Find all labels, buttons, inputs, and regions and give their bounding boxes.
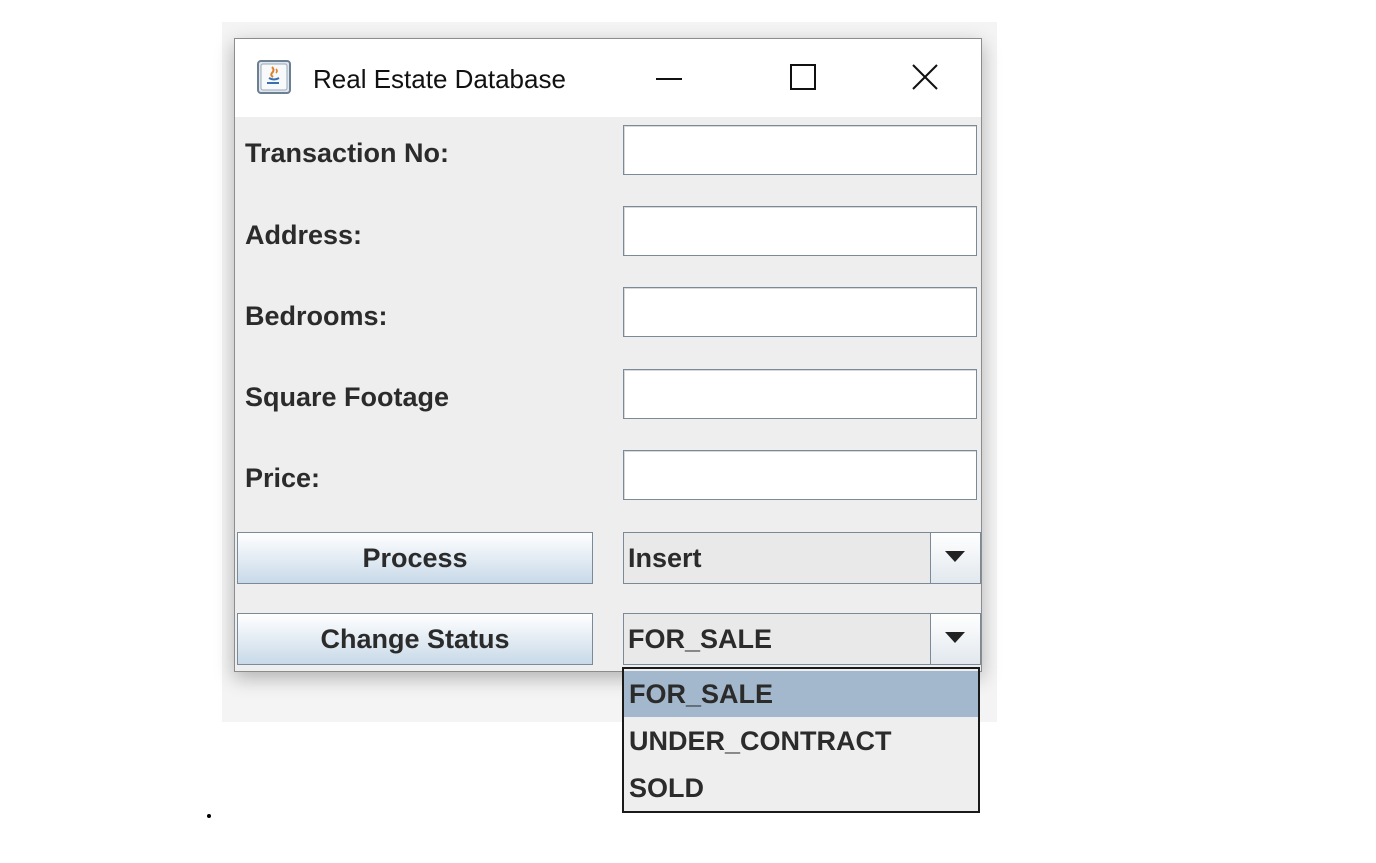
status-option-for-sale[interactable]: FOR_SALE xyxy=(624,671,978,717)
java-cup-icon xyxy=(257,60,291,94)
address-label: Address: xyxy=(245,220,363,250)
status-option-sold[interactable]: SOLD xyxy=(624,765,978,811)
process-button[interactable]: Process xyxy=(237,532,593,584)
window-title: Real Estate Database xyxy=(313,64,566,94)
chevron-down-icon[interactable] xyxy=(930,614,980,664)
bedrooms-input[interactable] xyxy=(623,287,977,337)
app-window: Real Estate Database Transaction No: Add… xyxy=(234,38,982,672)
operation-combo-value: Insert xyxy=(628,543,702,573)
bedrooms-label: Bedrooms: xyxy=(245,301,388,331)
maximize-icon[interactable] xyxy=(773,53,833,103)
square-footage-input[interactable] xyxy=(623,369,977,419)
status-option-under-contract[interactable]: UNDER_CONTRACT xyxy=(624,718,978,764)
change-status-button[interactable]: Change Status xyxy=(237,613,593,665)
title-bar[interactable]: Real Estate Database xyxy=(235,39,981,117)
stray-dot xyxy=(207,814,211,818)
minimize-icon[interactable] xyxy=(639,53,699,103)
price-label: Price: xyxy=(245,463,321,493)
status-combo[interactable]: FOR_SALE xyxy=(623,613,981,665)
close-icon[interactable] xyxy=(895,53,955,103)
square-footage-label: Square Footage xyxy=(245,382,450,412)
price-input[interactable] xyxy=(623,450,977,500)
chevron-down-icon[interactable] xyxy=(930,533,980,583)
status-combo-value: FOR_SALE xyxy=(628,624,773,654)
transaction-no-label: Transaction No: xyxy=(245,138,450,168)
status-dropdown-list: FOR_SALE UNDER_CONTRACT SOLD xyxy=(622,667,980,813)
transaction-no-input[interactable] xyxy=(623,125,977,175)
address-input[interactable] xyxy=(623,206,977,256)
operation-combo[interactable]: Insert xyxy=(623,532,981,584)
